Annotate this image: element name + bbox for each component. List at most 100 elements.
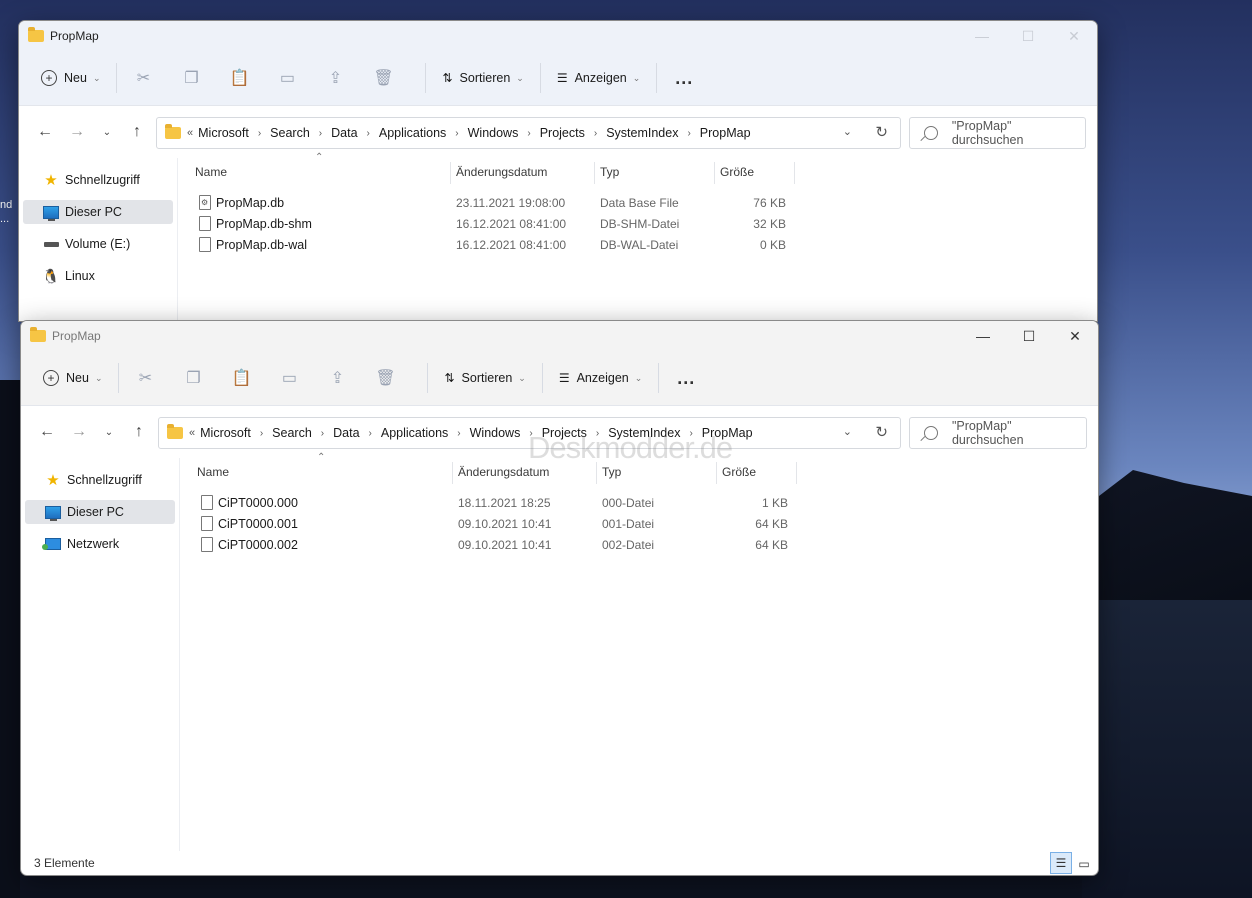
sidebar-item-quick-access[interactable]: ★ Schnellzugriff (25, 468, 175, 492)
sidebar-item-network[interactable]: Netzwerk (25, 532, 175, 556)
rename-icon[interactable]: ▭ (273, 362, 305, 394)
forward-button[interactable]: → (61, 116, 93, 148)
breadcrumb[interactable]: Windows (468, 126, 519, 140)
network-icon (42, 538, 61, 550)
column-header-name[interactable]: Name (195, 158, 227, 186)
view-button[interactable]: ☰ Anzeigen ⌄ (551, 62, 646, 94)
recent-locations-button[interactable]: ⌄ (95, 416, 123, 448)
close-button[interactable]: ✕ (1051, 21, 1097, 51)
desktop-mountain (1082, 470, 1252, 600)
address-bar[interactable]: « Microsoft › Search › Data › Applications ›… (156, 117, 901, 149)
back-button[interactable]: ← (31, 416, 63, 448)
window-title: PropMap (50, 29, 99, 43)
details-view-button[interactable]: ☰ (1050, 852, 1072, 874)
back-button[interactable]: ← (29, 116, 61, 148)
plus-icon: + (43, 370, 59, 386)
search-input[interactable]: "PropMap" durchsuchen (909, 117, 1086, 149)
item-count: 3 Elemente (34, 856, 95, 870)
copy-icon[interactable]: ❐ (175, 62, 207, 94)
chevron-down-icon[interactable]: ⌄ (843, 425, 852, 438)
column-header-name[interactable]: Name (197, 458, 229, 486)
pc-icon (45, 505, 61, 521)
column-header-size[interactable]: Größe (720, 158, 754, 186)
database-file-icon (199, 195, 211, 210)
table-row[interactable]: PropMap.db 23.11.2021 19:08:00 Data Base… (195, 192, 815, 213)
more-options-button[interactable]: ... (677, 368, 695, 389)
share-icon[interactable]: ⇪ (319, 62, 351, 94)
chevron-down-icon: ⌄ (94, 372, 103, 383)
rename-icon[interactable]: ▭ (271, 62, 303, 94)
status-bar: 3 Elemente ☰ ▭ (21, 851, 1098, 875)
breadcrumb[interactable]: Projects (540, 126, 585, 140)
table-row[interactable]: CiPT0000.002 09.10.2021 10:41 002-Datei … (197, 534, 817, 555)
tiles-view-button[interactable]: ▭ (1074, 854, 1094, 874)
delete-icon[interactable]: 🗑 (367, 62, 399, 94)
breadcrumb[interactable]: Microsoft (200, 426, 251, 440)
breadcrumb[interactable]: Data (333, 426, 359, 440)
close-button[interactable]: ✕ (1052, 321, 1098, 351)
sort-ascending-icon: ⌃ (317, 452, 326, 463)
chevron-down-icon: ⌄ (92, 72, 101, 83)
column-header-type[interactable]: Typ (600, 158, 619, 186)
explorer-window-back[interactable]: PropMap — ☐ ✕ + Neu ⌄ ✂ ❐ 📋 ▭ ⇪ 🗑 ⇅ Sort… (18, 20, 1098, 322)
forward-button[interactable]: → (63, 416, 95, 448)
maximize-button[interactable]: ☐ (1005, 21, 1051, 51)
file-icon (201, 495, 213, 510)
star-icon: ★ (44, 172, 58, 189)
up-button[interactable]: ↑ (123, 416, 155, 448)
refresh-icon[interactable]: ↻ (875, 423, 888, 441)
sidebar-item-volume-e[interactable]: Volume (E:) (23, 232, 173, 256)
search-icon (924, 126, 938, 140)
file-icon (199, 237, 211, 252)
breadcrumb[interactable]: SystemIndex (606, 126, 678, 140)
new-button[interactable]: + Neu ⌄ (37, 362, 108, 394)
copy-icon[interactable]: ❐ (177, 362, 209, 394)
table-row[interactable]: PropMap.db-shm 16.12.2021 08:41:00 DB-SH… (195, 213, 815, 234)
cut-icon[interactable]: ✂ (127, 62, 159, 94)
title-bar[interactable]: PropMap — ☐ ✕ (21, 321, 1098, 351)
breadcrumb[interactable]: Search (270, 126, 310, 140)
breadcrumb[interactable]: Windows (470, 426, 521, 440)
up-button[interactable]: ↑ (121, 116, 153, 148)
sidebar-item-this-pc[interactable]: Dieser PC (25, 500, 175, 524)
sidebar-item-linux[interactable]: 🐧 Linux (23, 264, 173, 288)
table-row[interactable]: CiPT0000.000 18.11.2021 18:25 000-Datei … (197, 492, 817, 513)
chevron-down-icon[interactable]: ⌄ (843, 125, 852, 138)
breadcrumb[interactable]: Microsoft (198, 126, 249, 140)
search-icon (924, 426, 938, 440)
view-button[interactable]: ☰ Anzeigen ⌄ (553, 362, 648, 394)
command-bar: + Neu ⌄ ✂ ❐ 📋 ▭ ⇪ 🗑 ⇅ Sortieren ⌄ ☰ Anze… (21, 351, 1098, 406)
sidebar-item-quick-access[interactable]: ★ Schnellzugriff (23, 168, 173, 192)
breadcrumb[interactable]: Data (331, 126, 357, 140)
minimize-button[interactable]: — (959, 21, 1005, 51)
breadcrumb[interactable]: PropMap (700, 126, 751, 140)
recent-locations-button[interactable]: ⌄ (93, 116, 121, 148)
maximize-button[interactable]: ☐ (1006, 321, 1052, 351)
share-icon[interactable]: ⇪ (321, 362, 353, 394)
desktop-icon-label[interactable]: nd ... (0, 198, 12, 226)
sort-icon: ⇅ (442, 71, 453, 85)
explorer-window-front[interactable]: PropMap — ☐ ✕ + Neu ⌄ ✂ ❐ 📋 ▭ ⇪ 🗑 ⇅ Sort… (20, 320, 1099, 876)
sort-button[interactable]: ⇅ Sortieren ⌄ (438, 362, 531, 394)
table-row[interactable]: CiPT0000.001 09.10.2021 10:41 001-Datei … (197, 513, 817, 534)
cut-icon[interactable]: ✂ (129, 362, 161, 394)
sort-button[interactable]: ⇅ Sortieren ⌄ (436, 62, 529, 94)
file-list: ⌃ Name Änderungsdatum Typ Größe CiPT0000… (197, 452, 1098, 851)
paste-icon[interactable]: 📋 (225, 362, 257, 394)
column-header-date[interactable]: Änderungsdatum (456, 158, 547, 186)
breadcrumb[interactable]: Search (272, 426, 312, 440)
refresh-icon[interactable]: ↻ (875, 123, 888, 141)
table-row[interactable]: PropMap.db-wal 16.12.2021 08:41:00 DB-WA… (195, 234, 815, 255)
minimize-button[interactable]: — (960, 321, 1006, 351)
paste-icon[interactable]: 📋 (223, 62, 255, 94)
sidebar-item-this-pc[interactable]: Dieser PC (23, 200, 173, 224)
new-button[interactable]: + Neu ⌄ (35, 62, 106, 94)
title-bar[interactable]: PropMap — ☐ ✕ (19, 21, 1097, 51)
folder-icon (30, 327, 46, 342)
more-options-button[interactable]: ... (675, 68, 693, 89)
breadcrumb[interactable]: Applications (379, 126, 446, 140)
breadcrumb[interactable]: Applications (381, 426, 448, 440)
search-input[interactable]: "PropMap" durchsuchen (909, 417, 1087, 449)
navigation-bar: ← → ⌄ ↑ « Microsoft › Search › Data › Appli… (19, 106, 1097, 158)
delete-icon[interactable]: 🗑 (369, 362, 401, 394)
